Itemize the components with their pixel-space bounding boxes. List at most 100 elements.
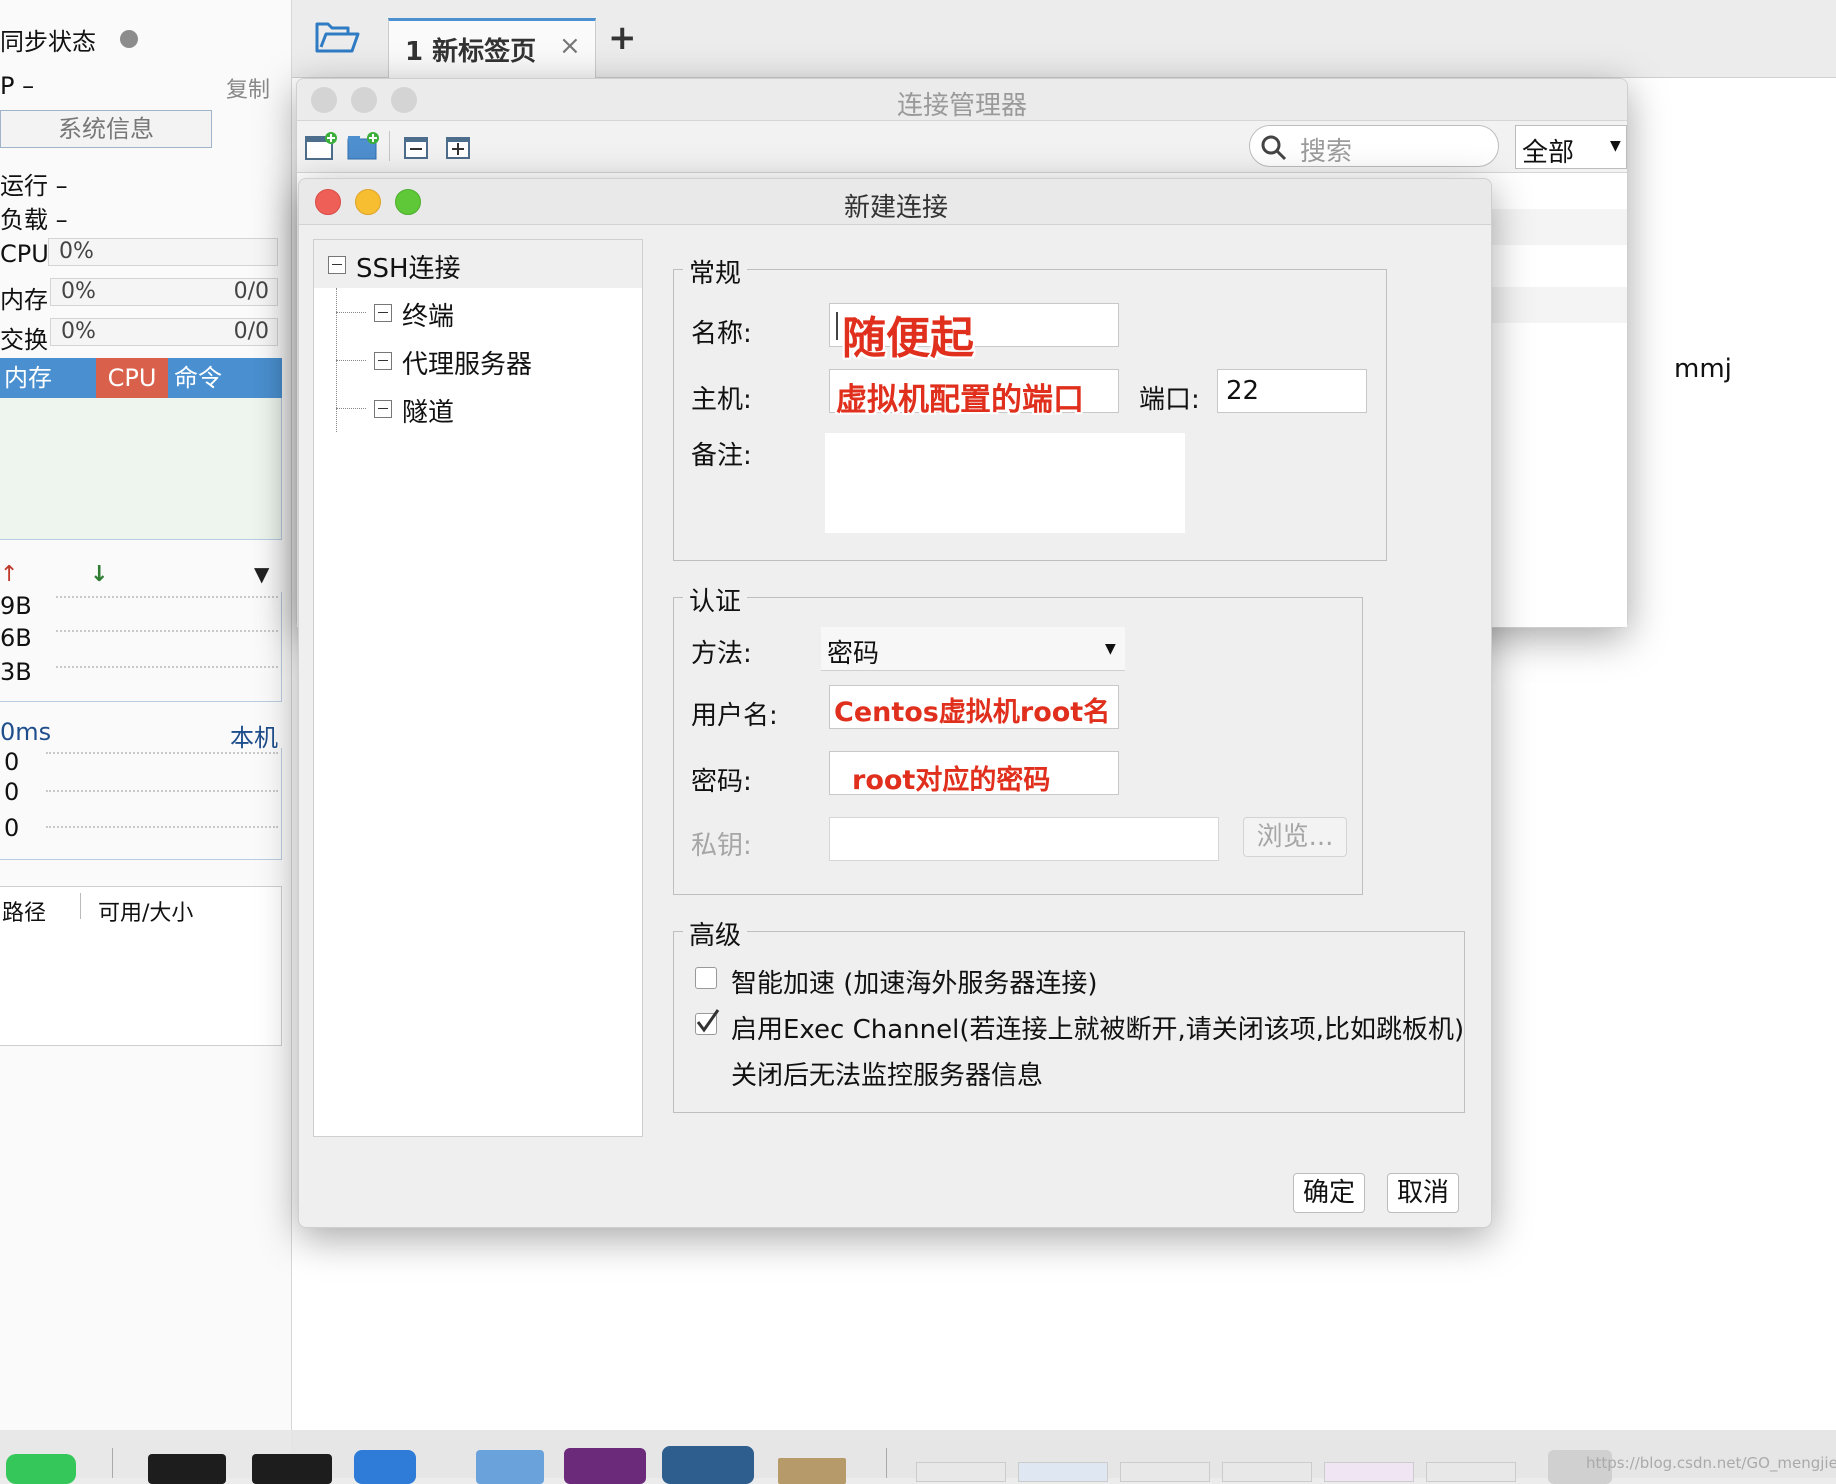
tab-cpu[interactable]: CPU [96, 358, 168, 398]
net-row-label: 3B [0, 658, 32, 686]
name-label: 名称: [691, 319, 752, 349]
latency-row-label: 0 [4, 748, 20, 776]
tab-new[interactable]: 1 新标签页 × [388, 18, 596, 78]
dock-divider [112, 1448, 113, 1478]
tree-item-label: 终端 [402, 302, 455, 332]
zoom-light-icon[interactable] [395, 189, 421, 215]
net-row-label: 6B [0, 624, 32, 652]
tree-line [336, 312, 366, 313]
window-thumbnail-icon[interactable] [1222, 1462, 1312, 1482]
folder-icon[interactable] [476, 1450, 544, 1484]
ok-button[interactable]: 确定 [1293, 1173, 1365, 1213]
collapse-icon[interactable] [374, 400, 392, 418]
window-thumbnail-icon[interactable] [1120, 1462, 1210, 1482]
gridline [56, 630, 278, 632]
tree-item-terminal[interactable]: 终端 [366, 292, 626, 332]
minimize-light-icon[interactable] [351, 87, 377, 113]
image-thumbnail-icon[interactable] [778, 1458, 846, 1484]
port-value: 22 [1226, 376, 1260, 406]
terminal-icon[interactable] [252, 1454, 332, 1484]
messages-app-icon[interactable] [6, 1454, 76, 1484]
private-key-label: 私钥: [691, 831, 752, 861]
username-label: 用户名: [691, 701, 778, 731]
window-thumbnail-icon[interactable] [1018, 1462, 1108, 1482]
close-light-icon[interactable] [311, 87, 337, 113]
name-field[interactable]: 随便起 [829, 303, 1119, 364]
collapse-icon[interactable] [374, 352, 392, 370]
gridline [46, 790, 278, 792]
net-row-label: 9B [0, 592, 32, 620]
new-connection-icon[interactable] [305, 131, 337, 161]
toolbar: 搜索 全部 ▼ [297, 121, 1627, 173]
open-folder-icon[interactable] [314, 20, 360, 56]
exec-channel-checkbox[interactable] [695, 1009, 720, 1035]
latency-row-label: 0 [4, 778, 20, 806]
auth-legend: 认证 [683, 581, 748, 618]
collapse-icon[interactable] [374, 304, 392, 322]
user-text: mmj [1674, 354, 1732, 384]
column-divider [80, 893, 81, 919]
gridline [56, 666, 278, 668]
network-dropdown-icon[interactable]: ▼ [254, 562, 269, 586]
activity-monitor-icon[interactable] [148, 1454, 226, 1484]
new-folder-icon[interactable] [347, 131, 379, 161]
tree-root[interactable]: SSH连接 [314, 240, 642, 288]
window-thumbnail-icon[interactable] [916, 1462, 1006, 1482]
ip-label: P – [0, 72, 35, 100]
exec-channel-note: 关闭后无法监控服务器信息 [731, 1061, 1044, 1091]
expand-all-icon[interactable] [445, 133, 473, 161]
tab-memory[interactable]: 内存 [0, 358, 56, 398]
tree-item-tunnel[interactable]: 隧道 [366, 388, 626, 428]
browse-button[interactable]: 浏览... [1243, 817, 1347, 857]
private-key-field[interactable] [829, 817, 1219, 861]
smart-accel-checkbox[interactable] [695, 967, 717, 989]
app-icon[interactable] [354, 1450, 416, 1484]
close-icon[interactable]: × [559, 31, 581, 61]
window-thumbnail-icon[interactable] [1324, 1462, 1414, 1482]
tree-item-proxy[interactable]: 代理服务器 [366, 340, 626, 380]
sysinfo-button[interactable]: 系统信息 [0, 110, 212, 148]
password-field[interactable]: root对应的密码 [829, 751, 1119, 796]
category-tree: SSH连接 终端 代理服务器 隧道 [313, 239, 643, 1137]
swap-value: 0% [61, 319, 96, 344]
new-connection-dialog: 新建连接 SSH连接 终端 代理服务器 隧道 常规 名称: 随便起 主机: 虚拟… [298, 178, 1492, 1228]
disk-header-size: 可用/大小 [98, 901, 194, 926]
copy-link[interactable]: 复制 [226, 72, 270, 104]
close-light-icon[interactable] [315, 189, 341, 215]
gridline [56, 596, 278, 598]
cancel-button[interactable]: 取消 [1387, 1173, 1459, 1213]
app-icon[interactable] [564, 1448, 646, 1484]
gridline [46, 752, 278, 754]
note-textarea[interactable] [825, 433, 1185, 533]
zoom-light-icon[interactable] [391, 87, 417, 113]
search-input[interactable]: 搜索 [1249, 125, 1499, 167]
mem-meter: 0% 0/0 [50, 278, 278, 306]
mysql-workbench-icon[interactable] [662, 1446, 754, 1484]
checkmark-icon [696, 1009, 720, 1033]
method-select[interactable]: 密码 ▼ [821, 627, 1125, 671]
run-label: 运行 – [0, 172, 68, 200]
general-legend: 常规 [683, 253, 748, 290]
minimize-light-icon[interactable] [355, 189, 381, 215]
username-field[interactable]: Centos虚拟机root名 [829, 685, 1119, 729]
search-placeholder: 搜索 [1300, 137, 1353, 167]
titlebar: 连接管理器 [297, 79, 1627, 121]
mem-value: 0% [61, 279, 96, 304]
exec-channel-label: 启用Exec Channel(若连接上就被断开,请关闭该项,比如跳板机) [731, 1015, 1465, 1045]
collapse-icon[interactable] [328, 256, 346, 274]
filter-select[interactable]: 全部 ▼ [1515, 125, 1627, 169]
process-tab-bar: 内存 CPU 命令 [0, 358, 282, 398]
window-thumbnail-icon[interactable] [1426, 1462, 1516, 1482]
window-title: 连接管理器 [897, 91, 1028, 121]
host-field[interactable]: 虚拟机配置的端口 [829, 369, 1119, 418]
password-annotation: root对应的密码 [852, 765, 1051, 796]
latency-row-label: 0 [4, 814, 20, 842]
port-field[interactable]: 22 [1217, 369, 1367, 413]
collapse-all-icon[interactable] [403, 133, 431, 161]
tab-command[interactable]: 命令 [174, 358, 222, 398]
cpu-meter: 0% [48, 238, 278, 266]
port-label: 端口: [1139, 385, 1200, 415]
watermark: https://blog.csdn.net/GO_mengjie [1586, 1454, 1836, 1472]
latency-label: 0ms [0, 718, 52, 746]
add-tab-icon[interactable]: + [608, 18, 637, 58]
